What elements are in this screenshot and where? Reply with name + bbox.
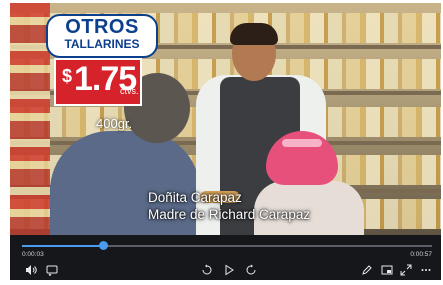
caption-title: Madre de Richard Carapaz (148, 207, 311, 222)
captions-icon[interactable] (45, 264, 59, 277)
fullscreen-icon[interactable] (399, 264, 413, 276)
seek-handle[interactable] (99, 241, 108, 250)
product-weight: 400gr. (96, 116, 133, 131)
caption-name: Doñita Carapaz (148, 190, 242, 205)
time-elapsed: 0:00:03 (22, 251, 44, 258)
price-tag: $ 1.75 ctvs. (54, 58, 142, 106)
rewind-10-icon[interactable] (200, 264, 214, 276)
volume-icon[interactable] (24, 264, 38, 276)
player-controls: 0:00:03 0:00:57 (10, 235, 441, 280)
red-product-packs (10, 3, 50, 235)
seek-progress (22, 245, 104, 247)
brand-logo: OTROS TALLARINES (46, 14, 158, 58)
time-remaining: 0:00:57 (410, 251, 432, 258)
pen-icon[interactable] (360, 264, 374, 276)
video-frame[interactable]: OTROS TALLARINES $ 1.75 ctvs. 400gr. Doñ… (10, 3, 441, 235)
video-player[interactable]: OTROS TALLARINES $ 1.75 ctvs. 400gr. Doñ… (10, 3, 441, 280)
lower-third-caption: Doñita Carapaz Madre de Richard Carapaz (148, 189, 310, 223)
forward-30-icon[interactable] (244, 264, 258, 276)
more-icon[interactable] (419, 264, 433, 276)
miniview-icon[interactable] (380, 264, 394, 276)
seek-bar[interactable] (22, 241, 432, 250)
price-currency: $ (62, 66, 73, 86)
price-unit: ctvs. (120, 86, 139, 96)
play-icon[interactable] (222, 264, 236, 276)
